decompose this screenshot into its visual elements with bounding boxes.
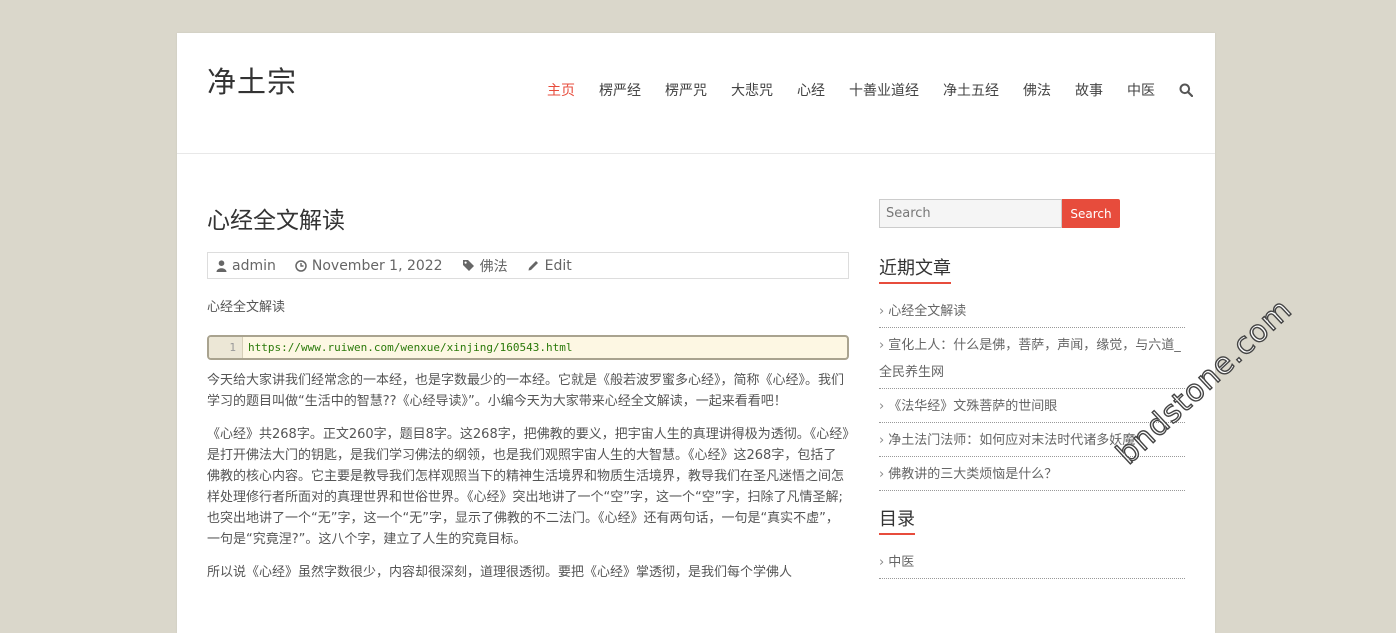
clock-icon: [295, 259, 307, 272]
nav-item-lengyanjing[interactable]: 楞严经: [599, 80, 641, 100]
site-title[interactable]: 净土宗: [207, 59, 297, 101]
tag-icon: [462, 260, 474, 271]
meta-category-label: 佛法: [479, 258, 508, 275]
code-line-number: 1: [209, 337, 243, 358]
nav-item-shishanyedaojing[interactable]: 十善业道经: [849, 80, 919, 100]
toc-title: 目录: [879, 505, 915, 535]
chevron-right-icon: ›: [879, 338, 885, 353]
post-paragraph: 所以说《心经》虽然字数很少，内容却很深刻，道理很透彻。要把《心经》掌透彻，是我们…: [207, 565, 793, 580]
chevron-right-icon: ›: [879, 304, 885, 319]
chevron-right-icon: ›: [879, 399, 885, 414]
pencil-icon: [528, 261, 538, 271]
chevron-right-icon: ›: [879, 555, 885, 570]
nav-item-lengyanzhou[interactable]: 楞严咒: [665, 80, 707, 100]
main-nav: 主页 楞严经 楞严咒 大悲咒 心经 十善业道经 净土五经 佛法 故事 中医: [523, 80, 1195, 100]
chevron-right-icon: ›: [879, 433, 885, 448]
search-icon[interactable]: [1179, 82, 1195, 98]
meta-author-label: admin: [232, 257, 276, 274]
nav-item-gushi[interactable]: 故事: [1075, 80, 1103, 100]
post-paragraph: 《心经》共268字。正文260字，题目8字。这268字，把佛教的要义，把宇宙人生…: [207, 427, 849, 547]
code-block: 1 https://www.ruiwen.com/wenxue/xinjing/…: [207, 335, 849, 360]
recent-post-link: 净土法门法师：如何应对末法时代诸多妖魔: [888, 433, 1136, 448]
code-line-text: https://www.ruiwen.com/wenxue/xinjing/16…: [248, 341, 573, 354]
main-content: 心经全文解读 admin November 1, 2022 佛法 Edit 心经…: [207, 201, 849, 583]
search-input[interactable]: [879, 199, 1062, 228]
recent-posts-title: 近期文章: [879, 254, 951, 284]
recent-post-link: 宣化上人：什么是佛，菩萨，声闻，缘觉，与六道_全民养生网: [879, 338, 1181, 380]
sidebar-search: Search: [879, 199, 1185, 228]
recent-post-item[interactable]: › 宣化上人：什么是佛，菩萨，声闻，缘觉，与六道_全民养生网: [879, 328, 1185, 389]
nav-item-jingtuwujing[interactable]: 净土五经: [943, 80, 999, 100]
recent-post-link: 佛教讲的三大类烦恼是什么？: [888, 467, 1058, 482]
user-icon: [216, 259, 227, 272]
search-button[interactable]: Search: [1062, 199, 1120, 228]
meta-category[interactable]: 佛法: [462, 256, 508, 276]
meta-edit-label: Edit: [544, 257, 572, 274]
nav-item-home[interactable]: 主页: [547, 80, 575, 100]
toc-item[interactable]: › 中医: [879, 545, 1185, 579]
nav-item-zhongyi[interactable]: 中医: [1127, 80, 1155, 100]
toc-list: › 中医: [879, 545, 1185, 579]
nav-item-fofa[interactable]: 佛法: [1023, 80, 1051, 100]
meta-edit[interactable]: Edit: [527, 258, 572, 274]
site-header: 净土宗 主页 楞严经 楞严咒 大悲咒 心经 十善业道经 净土五经 佛法 故事 中…: [177, 33, 1215, 154]
recent-post-link: 《法华经》文殊菩萨的世间眼: [888, 399, 1058, 414]
recent-post-link: 心经全文解读: [888, 304, 967, 319]
post-intro: 心经全文解读: [207, 300, 286, 315]
nav-item-xinjing[interactable]: 心经: [797, 80, 825, 100]
post-paragraph: 今天给大家讲我们经常念的一本经，也是字数最少的一本经。它就是《般若波罗蜜多心经》…: [207, 373, 845, 409]
post-title: 心经全文解读: [207, 208, 345, 234]
nav-item-dabeizhou[interactable]: 大悲咒: [731, 80, 773, 100]
recent-post-item[interactable]: › 心经全文解读: [879, 294, 1185, 328]
post-meta: admin November 1, 2022 佛法 Edit: [207, 252, 849, 279]
page-container: 净土宗 主页 楞严经 楞严咒 大悲咒 心经 十善业道经 净土五经 佛法 故事 中…: [177, 33, 1215, 633]
meta-date-label: November 1, 2022: [311, 257, 443, 274]
toc-link: 中医: [888, 555, 915, 570]
chevron-right-icon: ›: [879, 467, 885, 482]
meta-author[interactable]: admin: [216, 258, 276, 274]
sidebar: Search 近期文章 ›心经全文解读 ›宣化上人：什么是佛，菩萨，声闻，缘觉，…: [879, 199, 1185, 579]
meta-date[interactable]: November 1, 2022: [295, 258, 443, 274]
